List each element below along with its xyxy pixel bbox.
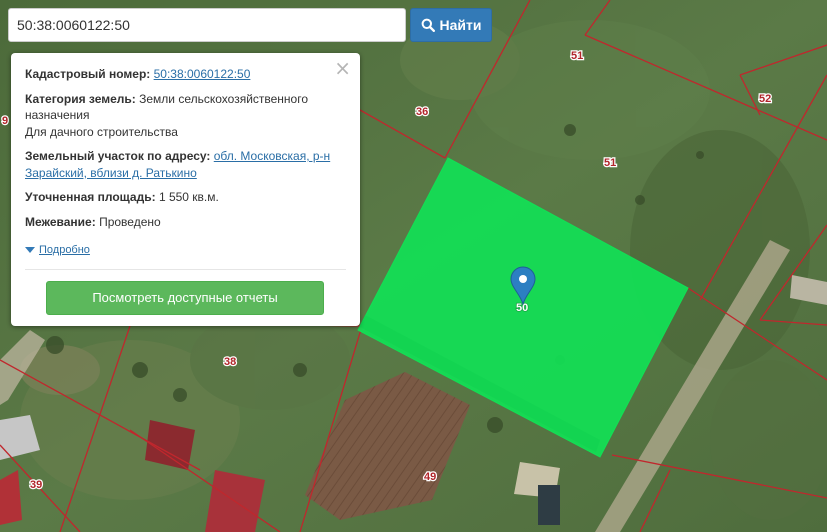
address-row: Земельный участок по адресу: обл. Москов… — [25, 148, 346, 181]
close-icon[interactable]: × — [334, 58, 351, 78]
details-toggle[interactable]: Подробно — [25, 242, 90, 259]
parcel-label: 39 — [30, 479, 42, 491]
land-category-row: Категория земель: Земли сельскохозяйстве… — [25, 91, 346, 141]
survey-row: Межевание: Проведено — [25, 214, 346, 231]
parcel-label: 51 — [571, 50, 583, 62]
search-icon — [421, 18, 435, 32]
search-button-label: Найти — [439, 17, 482, 33]
search-input[interactable] — [8, 8, 406, 42]
cadastral-number-link[interactable]: 50:38:0060122:50 — [154, 67, 251, 81]
view-reports-button[interactable]: Посмотреть доступные отчеты — [46, 281, 324, 315]
area-value: 1 550 кв.м. — [158, 190, 219, 204]
parked-car — [538, 485, 560, 525]
caret-down-icon — [25, 247, 35, 254]
parcel-label: 49 — [424, 471, 436, 483]
selected-parcel-label: 50 — [516, 302, 528, 314]
cadastral-number-row: Кадастровый номер: 50:38:0060122:50 — [25, 66, 346, 83]
popup-divider — [25, 268, 346, 270]
land-usage-value: Для дачного строительства — [25, 124, 178, 139]
cadastral-number-label: Кадастровый номер: — [25, 67, 151, 81]
area-row: Уточненная площадь: 1 550 кв.м. — [25, 189, 346, 206]
parcel-label: 52 — [759, 93, 771, 105]
parcel-label: 9 — [2, 115, 8, 127]
parcel-label: 36 — [416, 106, 428, 118]
area-label: Уточненная площадь: — [25, 190, 156, 204]
land-category-label: Категория земель: — [25, 91, 136, 106]
address-label: Земельный участок по адресу: — [25, 149, 211, 163]
survey-value: Проведено — [99, 214, 161, 229]
search-button[interactable]: Найти — [410, 8, 492, 42]
parcel-label: 51 — [604, 157, 616, 169]
parcel-label: 38 — [224, 356, 236, 368]
parcel-info-popup: × Кадастровый номер: 50:38:0060122:50 Ка… — [11, 53, 360, 326]
details-toggle-label: Подробно — [39, 244, 90, 256]
survey-label: Межевание: — [25, 214, 96, 229]
